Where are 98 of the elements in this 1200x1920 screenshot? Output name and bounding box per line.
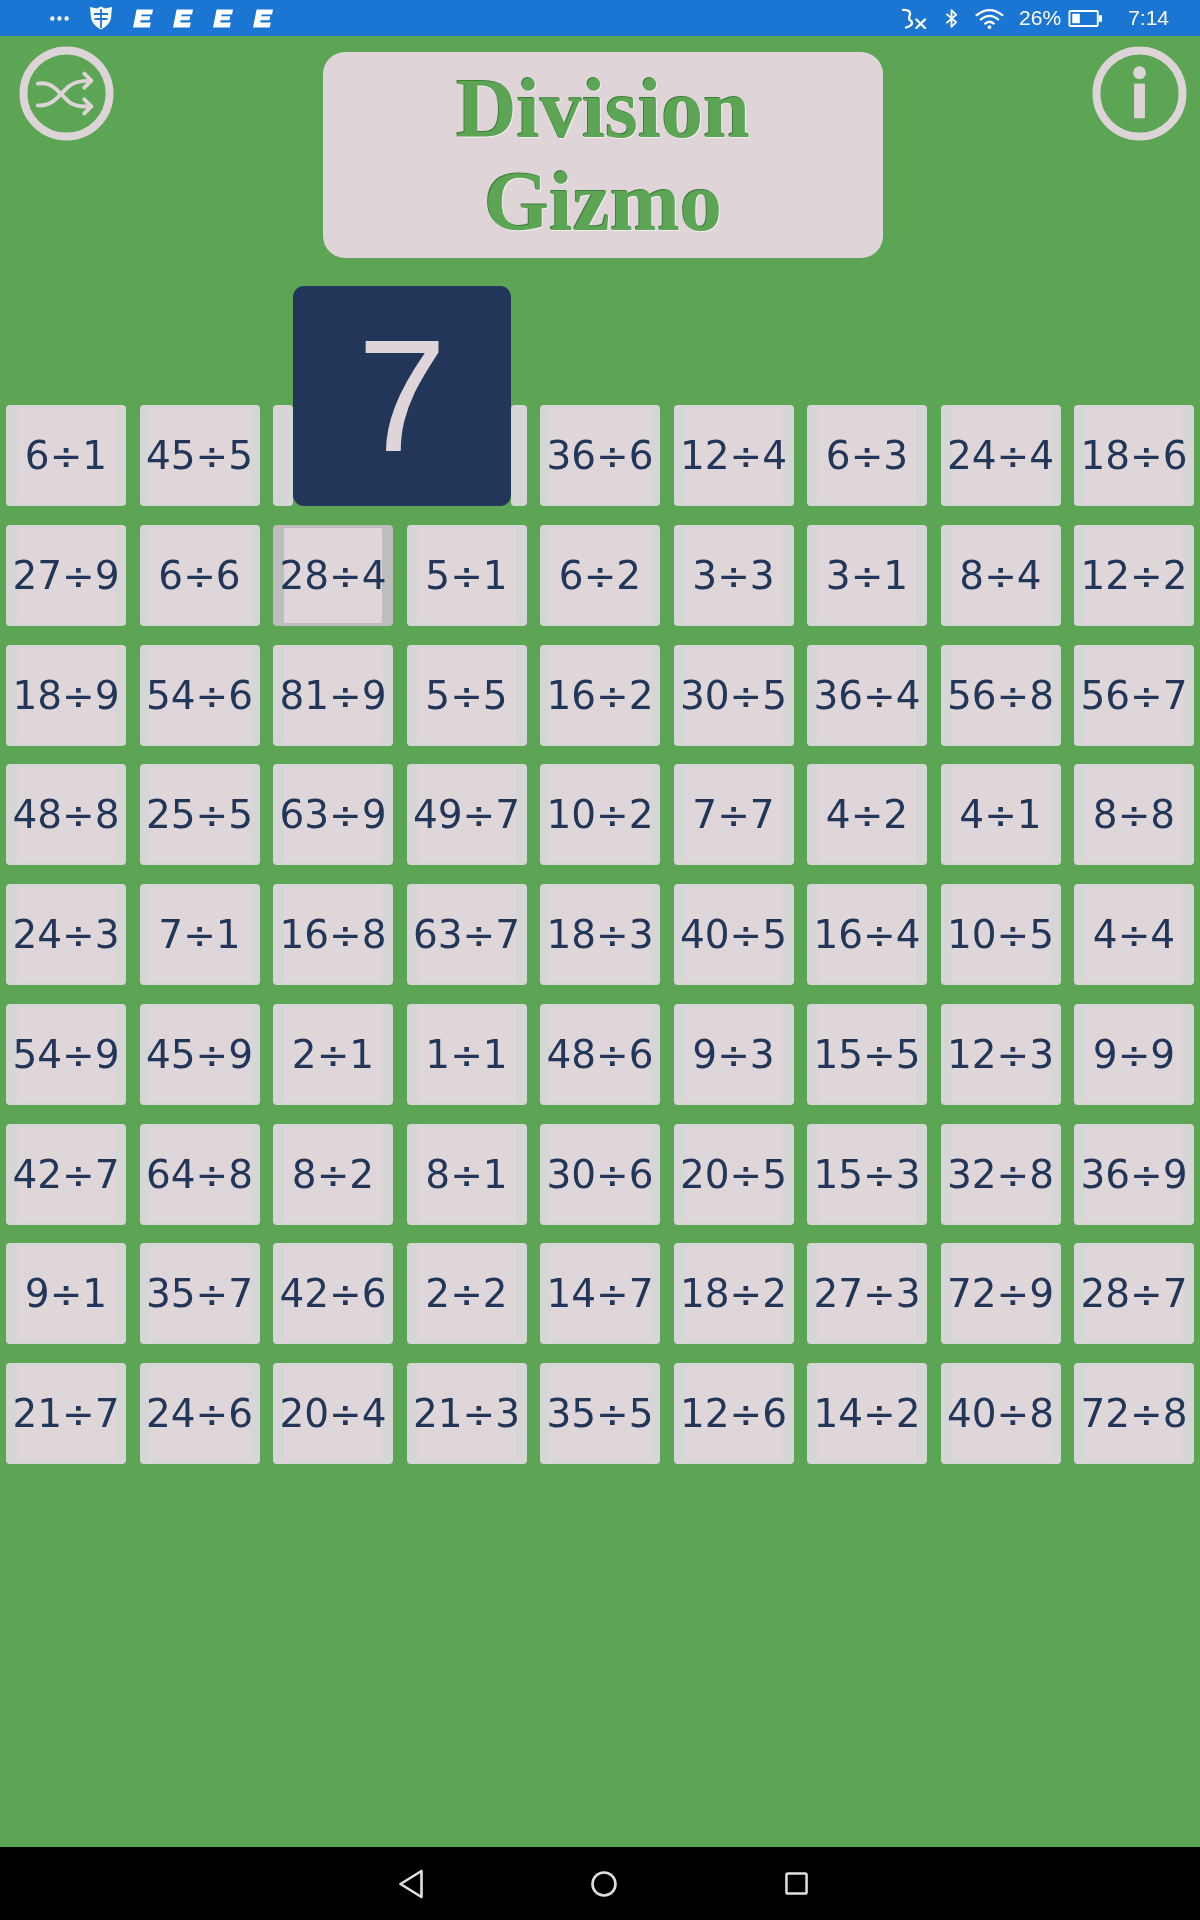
- battery-icon: [1068, 9, 1104, 27]
- division-card[interactable]: 14÷2: [807, 1363, 927, 1464]
- division-card[interactable]: 8÷8: [1074, 764, 1194, 866]
- division-card[interactable]: 28÷7: [1074, 1243, 1194, 1345]
- division-card[interactable]: 21÷3: [406, 1363, 527, 1464]
- division-card[interactable]: 1÷1: [406, 1003, 527, 1105]
- division-card[interactable]: 24÷6: [139, 1363, 260, 1464]
- division-card[interactable]: 6÷6: [139, 524, 260, 626]
- answer-tile[interactable]: 7: [293, 286, 511, 506]
- division-card[interactable]: 8÷2: [273, 1123, 393, 1225]
- division-card[interactable]: 15÷5: [807, 1003, 927, 1105]
- division-card[interactable]: 15÷3: [807, 1123, 927, 1225]
- division-card[interactable]: 63÷7: [406, 884, 527, 985]
- recents-icon[interactable]: [784, 1872, 808, 1895]
- division-card[interactable]: 42÷6: [273, 1243, 393, 1345]
- division-card[interactable]: 56÷8: [940, 644, 1061, 746]
- division-card[interactable]: 18÷9: [6, 644, 126, 746]
- division-card[interactable]: 36÷9: [1074, 1123, 1194, 1225]
- back-icon[interactable]: [398, 1868, 423, 1899]
- division-card[interactable]: 6÷2: [540, 524, 660, 626]
- clock-time: 7:14: [1128, 6, 1169, 30]
- division-card[interactable]: 3÷1: [807, 524, 927, 626]
- division-card[interactable]: 63÷9: [273, 764, 393, 866]
- e-letter-icon: [173, 8, 193, 28]
- division-card[interactable]: 4÷4: [1074, 884, 1194, 985]
- division-card[interactable]: 20÷5: [673, 1123, 794, 1225]
- division-card[interactable]: 27÷9: [6, 524, 126, 626]
- division-card[interactable]: 48÷6: [540, 1003, 660, 1105]
- division-card[interactable]: 6÷3: [807, 405, 927, 506]
- division-card[interactable]: 5÷5: [406, 644, 527, 746]
- battery-percent: 26%: [1019, 6, 1062, 30]
- division-card[interactable]: 36÷4: [807, 644, 927, 746]
- division-card[interactable]: 10÷2: [540, 764, 660, 866]
- division-card[interactable]: 18÷6: [1074, 405, 1194, 506]
- division-card[interactable]: 3÷3: [673, 524, 794, 626]
- division-card[interactable]: 49÷7: [406, 764, 527, 866]
- division-card[interactable]: 40÷5: [673, 884, 794, 985]
- division-card[interactable]: 14÷7: [540, 1243, 660, 1345]
- division-card[interactable]: 12÷4: [673, 405, 794, 506]
- division-card[interactable]: 12÷6: [673, 1363, 794, 1464]
- division-card[interactable]: 8÷1: [406, 1123, 527, 1225]
- division-card[interactable]: 36÷6: [540, 405, 660, 506]
- division-card[interactable]: 56÷7: [1074, 644, 1194, 746]
- division-card[interactable]: 18÷2: [673, 1243, 794, 1345]
- division-card[interactable]: 30÷5: [673, 644, 794, 746]
- division-card[interactable]: 7÷7: [673, 764, 794, 866]
- wifi-icon: [975, 7, 1005, 29]
- division-card[interactable]: 24÷3: [6, 884, 126, 985]
- division-card[interactable]: 27÷3: [807, 1243, 927, 1345]
- curve-cross-icon: [900, 7, 928, 29]
- division-card[interactable]: 64÷8: [139, 1123, 260, 1225]
- division-card[interactable]: 9÷9: [1074, 1003, 1194, 1105]
- shield-icon: [89, 6, 113, 30]
- division-card[interactable]: 16÷4: [807, 884, 927, 985]
- division-card[interactable]: 8÷4: [940, 524, 1061, 626]
- division-card[interactable]: 24÷4: [940, 405, 1061, 506]
- division-card[interactable]: 12÷3: [940, 1003, 1061, 1105]
- dots-icon: [50, 15, 69, 21]
- division-card[interactable]: 21÷7: [6, 1363, 126, 1464]
- division-card[interactable]: 45÷9: [139, 1003, 260, 1105]
- division-card[interactable]: 28÷4: [273, 524, 393, 626]
- division-card[interactable]: 48÷8: [6, 764, 126, 866]
- division-card[interactable]: 35÷5: [540, 1363, 660, 1464]
- e-letter-icon: [133, 8, 153, 28]
- division-card[interactable]: 35÷7: [139, 1243, 260, 1345]
- division-card[interactable]: 45÷5: [139, 405, 260, 506]
- division-card[interactable]: 10÷5: [940, 884, 1061, 985]
- division-card[interactable]: 2÷2: [406, 1243, 527, 1345]
- division-card[interactable]: 54÷9: [6, 1003, 126, 1105]
- division-card[interactable]: 4÷2: [807, 764, 927, 866]
- division-card[interactable]: 72÷9: [940, 1243, 1061, 1345]
- division-card[interactable]: 54÷6: [139, 644, 260, 746]
- app-title: Division Gizmo: [454, 62, 752, 248]
- division-card[interactable]: 18÷3: [540, 884, 660, 985]
- division-card[interactable]: 12÷2: [1074, 524, 1194, 626]
- division-card[interactable]: 9÷3: [673, 1003, 794, 1105]
- home-icon[interactable]: [590, 1870, 617, 1897]
- division-card[interactable]: 6÷1: [6, 405, 126, 506]
- division-card[interactable]: 30÷6: [540, 1123, 660, 1225]
- division-card[interactable]: 20÷4: [273, 1363, 393, 1464]
- info-icon[interactable]: [1092, 46, 1187, 141]
- e-letter-icon: [213, 8, 233, 28]
- bluetooth-icon: [945, 7, 959, 29]
- division-card[interactable]: 7÷1: [139, 884, 260, 985]
- division-card[interactable]: 2÷1: [273, 1003, 393, 1105]
- division-card[interactable]: 40÷8: [940, 1363, 1061, 1464]
- division-card[interactable]: 9÷1: [6, 1243, 126, 1345]
- division-card[interactable]: 72÷8: [1074, 1363, 1194, 1464]
- division-card[interactable]: 4÷1: [940, 764, 1061, 866]
- division-card[interactable]: 81÷9: [273, 644, 393, 746]
- division-card[interactable]: 32÷8: [940, 1123, 1061, 1225]
- division-card[interactable]: 16÷8: [273, 884, 393, 985]
- division-card[interactable]: 42÷7: [6, 1123, 126, 1225]
- shuffle-icon[interactable]: [19, 46, 114, 141]
- division-card[interactable]: 5÷1: [406, 524, 527, 626]
- division-card[interactable]: 25÷5: [139, 764, 260, 866]
- e-letter-icon: [253, 8, 273, 28]
- division-card[interactable]: 16÷2: [540, 644, 660, 746]
